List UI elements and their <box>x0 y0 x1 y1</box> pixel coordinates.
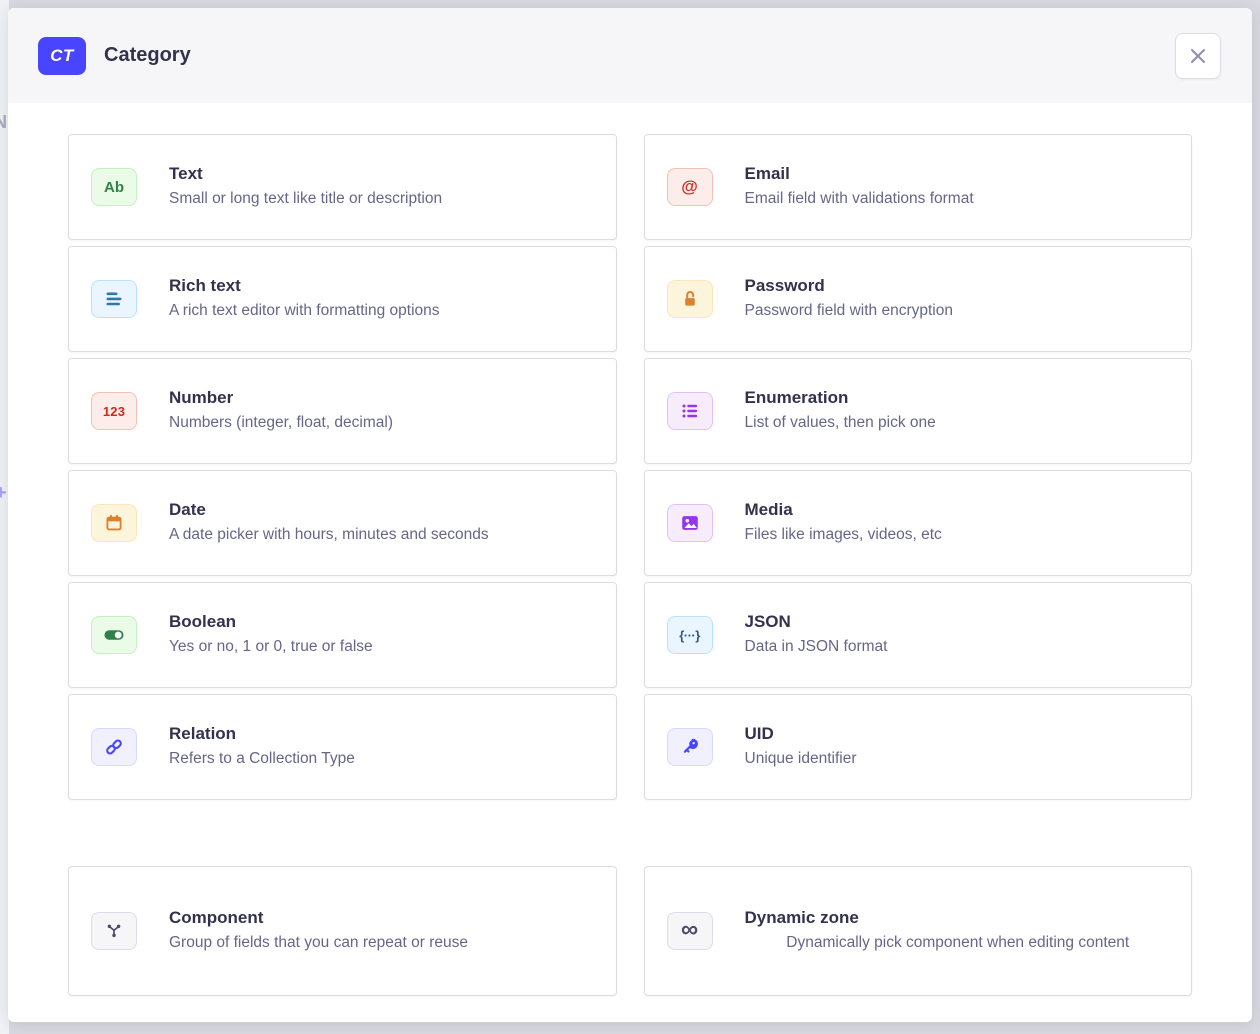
field-title: Component <box>169 908 596 928</box>
field-title: Enumeration <box>745 388 1172 408</box>
component-icon <box>91 912 137 950</box>
media-icon <box>667 504 713 542</box>
background-text-fragment: N <box>0 112 7 133</box>
modal-title: Category <box>104 44 191 67</box>
field-description: Password field with encryption <box>745 301 1172 322</box>
text-field-icon: Ab <box>91 168 137 206</box>
field-description: A date picker with hours, minutes and se… <box>169 525 596 546</box>
field-card-uid[interactable]: UID Unique identifier <box>644 694 1193 800</box>
field-description: Numbers (integer, float, decimal) <box>169 413 596 434</box>
field-title: Email <box>745 164 1172 184</box>
close-button[interactable] <box>1175 33 1221 79</box>
field-description: A rich text editor with formatting optio… <box>169 301 596 322</box>
field-card-boolean[interactable]: Boolean Yes or no, 1 or 0, true or false <box>68 582 617 688</box>
field-description: Group of fields that you can repeat or r… <box>169 933 596 954</box>
field-description: Unique identifier <box>745 749 1172 770</box>
field-title: Number <box>169 388 596 408</box>
boolean-icon <box>91 616 137 654</box>
advanced-fields-grid: Component Group of fields that you can r… <box>68 866 1192 996</box>
field-card-component[interactable]: Component Group of fields that you can r… <box>68 866 617 996</box>
field-title: Password <box>745 276 1172 296</box>
field-card-media[interactable]: Media Files like images, videos, etc <box>644 470 1193 576</box>
field-description: Email field with validations format <box>745 189 1172 210</box>
field-title: Relation <box>169 724 596 744</box>
relation-icon <box>91 728 137 766</box>
background-plus-fragment: + <box>0 482 7 505</box>
select-field-type-modal: CT Category Ab Text Small or long text l… <box>8 8 1252 1022</box>
field-description: Dynamically pick component when editing … <box>745 933 1172 954</box>
field-title: Media <box>745 500 1172 520</box>
field-description: Refers to a Collection Type <box>169 749 596 770</box>
field-card-richtext[interactable]: Rich text A rich text editor with format… <box>68 246 617 352</box>
field-title: Date <box>169 500 596 520</box>
modal-header: CT Category <box>8 8 1252 103</box>
field-card-password[interactable]: Password Password field with encryption <box>644 246 1193 352</box>
uid-icon <box>667 728 713 766</box>
enumeration-icon <box>667 392 713 430</box>
email-icon: @ <box>667 168 713 206</box>
field-title: Text <box>169 164 596 184</box>
field-card-email[interactable]: @ Email Email field with validations for… <box>644 134 1193 240</box>
field-card-relation[interactable]: Relation Refers to a Collection Type <box>68 694 617 800</box>
dynamic-zone-icon: ∞ <box>667 912 713 950</box>
field-description: Yes or no, 1 or 0, true or false <box>169 637 596 658</box>
json-icon: {···} <box>667 616 713 654</box>
field-title: UID <box>745 724 1172 744</box>
field-card-date[interactable]: Date A date picker with hours, minutes a… <box>68 470 617 576</box>
field-card-text[interactable]: Ab Text Small or long text like title or… <box>68 134 617 240</box>
close-icon <box>1188 46 1208 66</box>
field-card-dynamic-zone[interactable]: ∞ Dynamic zone Dynamically pick componen… <box>644 866 1193 996</box>
field-card-enumeration[interactable]: Enumeration List of values, then pick on… <box>644 358 1193 464</box>
field-description: Small or long text like title or descrip… <box>169 189 596 210</box>
field-title: Dynamic zone <box>745 908 1172 928</box>
field-card-number[interactable]: 123 Number Numbers (integer, float, deci… <box>68 358 617 464</box>
field-description: Files like images, videos, etc <box>745 525 1172 546</box>
field-title: Rich text <box>169 276 596 296</box>
content-type-badge: CT <box>38 37 86 75</box>
field-description: Data in JSON format <box>745 637 1172 658</box>
password-icon <box>667 280 713 318</box>
default-fields-grid: Ab Text Small or long text like title or… <box>68 134 1192 800</box>
date-icon <box>91 504 137 542</box>
field-type-list: Ab Text Small or long text like title or… <box>8 103 1252 996</box>
number-icon: 123 <box>91 392 137 430</box>
field-title: JSON <box>745 612 1172 632</box>
field-card-json[interactable]: {···} JSON Data in JSON format <box>644 582 1193 688</box>
field-title: Boolean <box>169 612 596 632</box>
field-description: List of values, then pick one <box>745 413 1172 434</box>
richtext-icon <box>91 280 137 318</box>
